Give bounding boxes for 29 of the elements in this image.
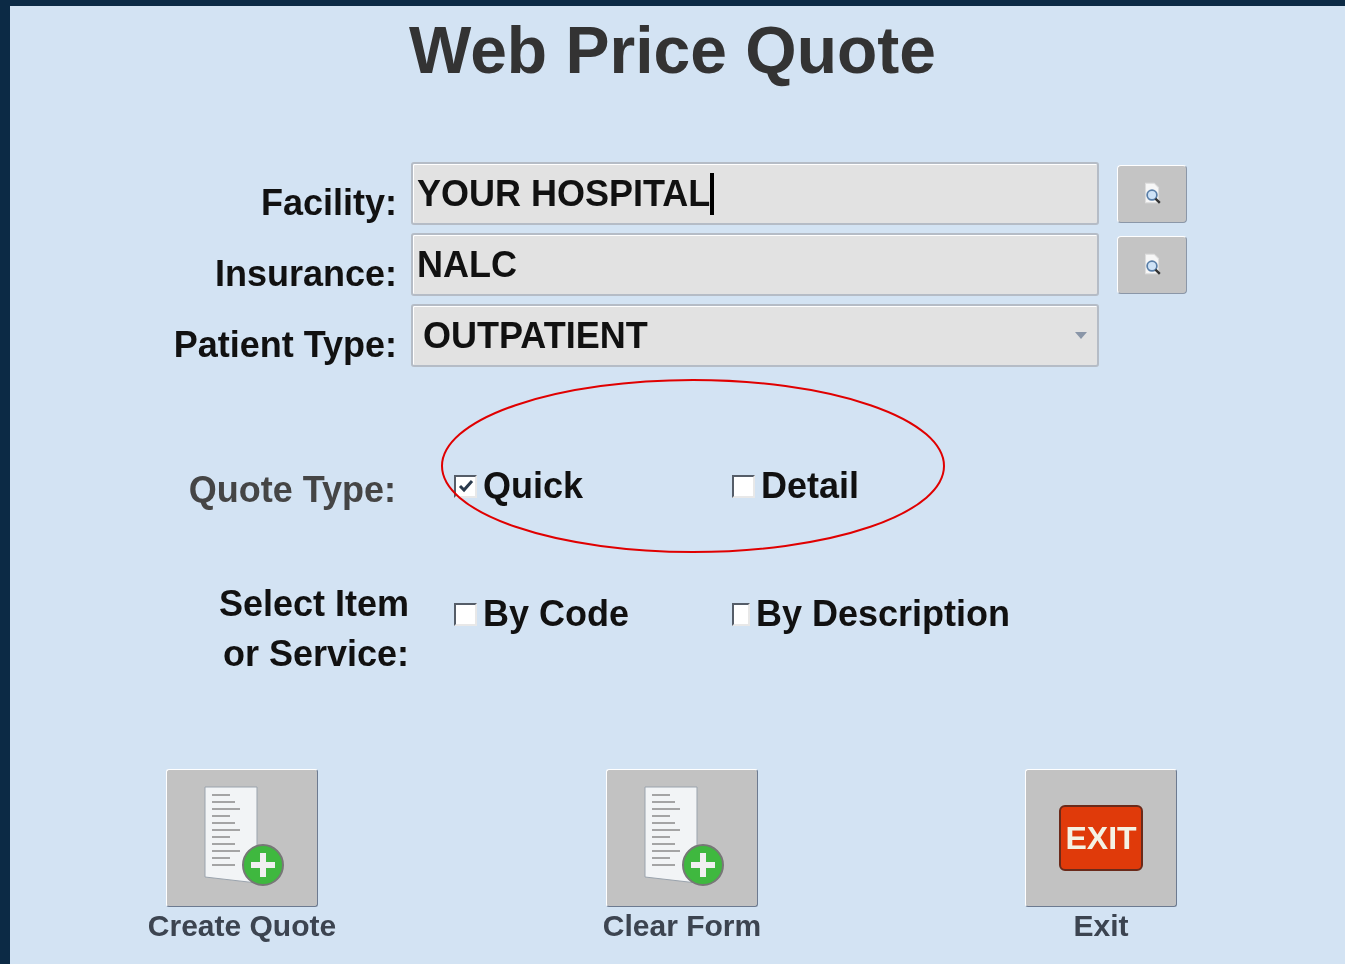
field-label: Select Item (218, 582, 409, 626)
lookup-button[interactable] (1117, 235, 1187, 294)
checkbox[interactable] (454, 474, 477, 498)
button-label: Clear Form (602, 909, 762, 943)
exit-sign-icon: EXIT (1059, 805, 1143, 871)
field-label: Patient Type: (172, 322, 398, 367)
field-label: Insurance: (213, 251, 398, 296)
field-label: Quote Type: (187, 468, 397, 512)
field-label: Facility: (259, 180, 398, 225)
action-button[interactable]: EXIT (1025, 769, 1177, 907)
action-button[interactable] (166, 769, 318, 907)
lookup-field[interactable]: NALC (411, 233, 1099, 296)
lookup-field[interactable]: YOUR HOSPITAL (411, 162, 1099, 225)
checkbox-label[interactable]: Detail (761, 459, 860, 513)
check-icon (457, 478, 474, 494)
checkbox[interactable] (732, 602, 750, 626)
field-label: or Service: (222, 632, 409, 676)
action-button[interactable] (606, 769, 758, 907)
checkbox[interactable] (732, 474, 755, 498)
lookup-button[interactable] (1117, 164, 1187, 223)
page-title: Web Price Quote (409, 12, 936, 89)
button-label: Create Quote (147, 909, 337, 943)
checkbox-label[interactable]: By Code (483, 587, 630, 641)
checkbox[interactable] (454, 602, 477, 626)
button-label: Exit (1073, 909, 1129, 943)
checkbox-label[interactable]: By Description (755, 587, 1010, 641)
checkbox-label[interactable]: Quick (483, 459, 584, 513)
patient-type-dropdown[interactable]: OUTPATIENT (411, 304, 1099, 367)
dropdown-arrow-icon[interactable] (1075, 332, 1087, 339)
